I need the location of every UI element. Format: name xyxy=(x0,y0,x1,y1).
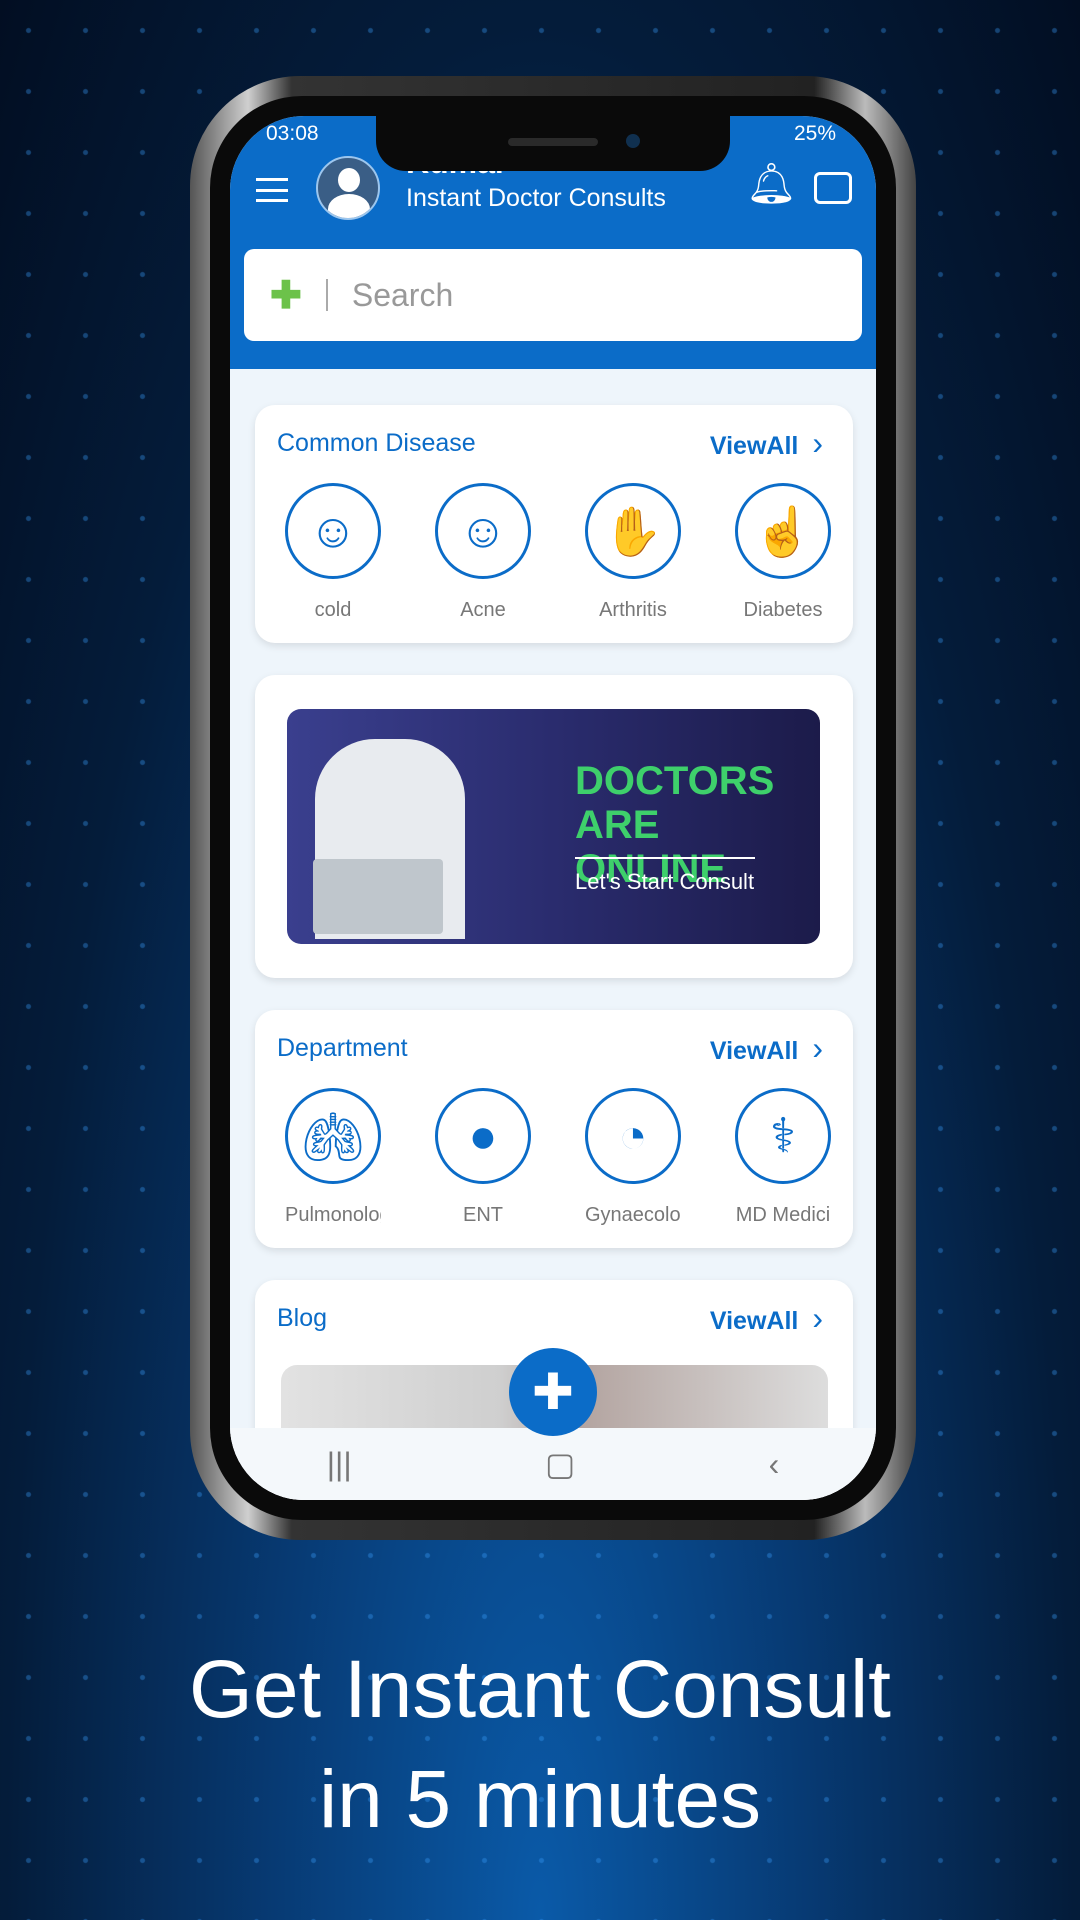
home-icon[interactable]: ▢ xyxy=(545,1445,575,1483)
banner-card[interactable]: DOCTORS ARE ONLINE Let's Start Consult xyxy=(255,675,853,978)
app-screen: 03:08 25% Kumar Instant Doctor Consults … xyxy=(230,116,876,1500)
view-all-button[interactable]: ViewAll › xyxy=(710,1030,823,1067)
common-disease-card: Common Disease ViewAll › ☺ cold ☺ Acne ✋ Art… xyxy=(255,405,853,643)
department-card: Department ViewAll › 🫁︎ Pulmonolog ● ENT ◔ G… xyxy=(255,1010,853,1248)
wallet-icon[interactable] xyxy=(814,172,852,204)
chevron-right-icon: › xyxy=(812,1030,823,1066)
logo-plus-icon: ✚ xyxy=(270,274,302,317)
disease-item[interactable]: ☝ Diabetes xyxy=(735,483,831,622)
divider xyxy=(325,279,328,311)
department-item[interactable]: ⚕ MD Medici xyxy=(735,1088,831,1227)
chevron-right-icon: › xyxy=(812,1300,823,1336)
doctor-icon: ⚕ xyxy=(735,1088,831,1184)
view-all-button[interactable]: ViewAll › xyxy=(710,425,823,462)
status-time: 03:08 xyxy=(266,122,319,145)
head-profile-icon: ● xyxy=(435,1088,531,1184)
section-title: Department xyxy=(277,1034,408,1062)
hand-bones-icon: ✋ xyxy=(585,483,681,579)
doctors-online-banner[interactable]: DOCTORS ARE ONLINE Let's Start Consult xyxy=(287,709,820,944)
notch xyxy=(376,116,730,171)
section-title: Blog xyxy=(277,1304,328,1332)
glucose-meter-icon: ☝ xyxy=(735,483,831,579)
android-nav-bar: ||| ▢ ‹ xyxy=(230,1428,876,1500)
caption-line-1: Get Instant Consult xyxy=(189,1644,891,1735)
disease-item[interactable]: ☺ cold xyxy=(285,483,381,622)
laptop-image xyxy=(313,859,443,934)
status-battery: 25% xyxy=(793,122,836,145)
caption-line-2: in 5 minutes xyxy=(318,1754,762,1845)
consult-fab-button[interactable]: ✚ xyxy=(509,1348,597,1436)
face-virus-icon: ☺ xyxy=(435,483,531,579)
department-item[interactable]: ● ENT xyxy=(435,1088,531,1227)
search-bar[interactable]: ✚ xyxy=(244,249,862,341)
avatar[interactable] xyxy=(316,156,380,220)
fetus-icon: ◔ xyxy=(585,1088,681,1184)
disease-item[interactable]: ✋ Arthritis xyxy=(585,483,681,622)
disease-item[interactable]: ☺ Acne xyxy=(435,483,531,622)
view-all-button[interactable]: ViewAll › xyxy=(710,1300,823,1337)
banner-cta: Let's Start Consult xyxy=(575,869,755,894)
face-virus-icon: ☺ xyxy=(285,483,381,579)
department-item[interactable]: 🫁︎ Pulmonolog xyxy=(285,1088,381,1227)
main-content: Common Disease ViewAll › ☺ cold ☺ Acne ✋ Art… xyxy=(230,369,876,1500)
lungs-icon: 🫁︎ xyxy=(285,1088,381,1184)
recent-apps-icon[interactable]: ||| xyxy=(327,1446,352,1483)
back-icon[interactable]: ‹ xyxy=(769,1446,780,1483)
search-input[interactable] xyxy=(351,276,772,314)
header-subtitle: Instant Doctor Consults xyxy=(406,184,666,212)
phone-frame: 03:08 25% Kumar Instant Doctor Consults … xyxy=(190,76,916,1540)
section-title: Common Disease xyxy=(277,429,476,457)
bell-icon[interactable]: 🔔︎ xyxy=(746,160,797,207)
department-item[interactable]: ◔Gynaecolog xyxy=(585,1088,681,1227)
chevron-right-icon: › xyxy=(812,425,823,461)
menu-icon[interactable] xyxy=(256,178,288,202)
